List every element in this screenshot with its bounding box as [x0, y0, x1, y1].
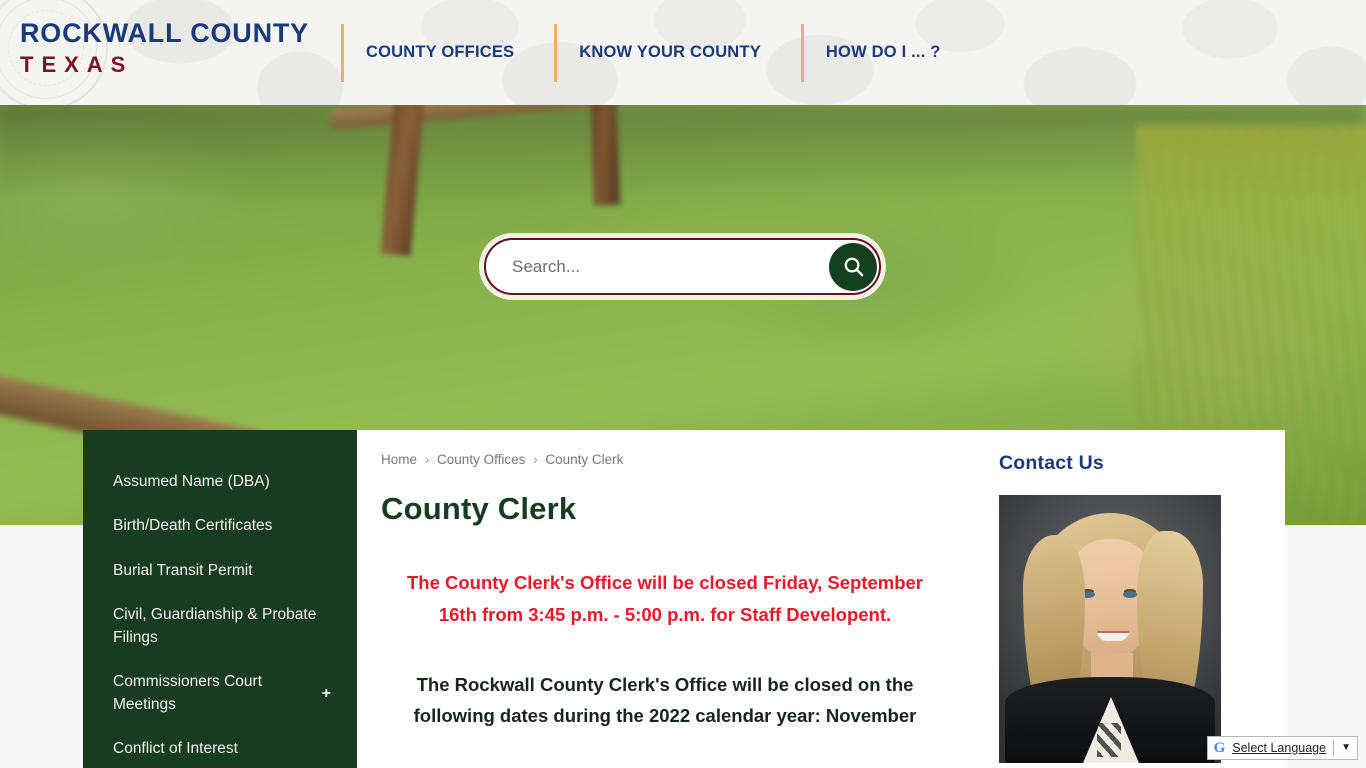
portrait-mouth — [1097, 631, 1129, 641]
sidebar-item-label: Conflict of Interest — [113, 740, 238, 758]
nav-cell-how-do-i: HOW DO I ... ? — [800, 0, 941, 105]
breadcrumb-separator: › — [533, 452, 538, 467]
sidebar-item-label: Birth/Death Certificates — [113, 517, 273, 535]
search-field-container — [484, 238, 881, 295]
nav-cell-county-offices: COUNTY OFFICES — [341, 0, 554, 105]
closure-alert-text: The County Clerk's Office will be closed… — [406, 572, 924, 625]
contact-sidebar: Contact Us — [983, 430, 1285, 768]
sidebar-item-commissioners-court-meetings[interactable]: Commissioners Court Meetings + — [83, 660, 357, 727]
breadcrumb-separator: › — [424, 452, 430, 467]
expand-plus-icon[interactable]: + — [322, 685, 331, 702]
nav-divider — [800, 23, 804, 82]
portrait-eye-right — [1123, 591, 1137, 598]
nav-item-know-your-county[interactable]: KNOW YOUR COUNTY — [579, 43, 761, 62]
translate-divider — [1333, 740, 1335, 756]
logo-line-texas: TEXAS — [20, 52, 134, 77]
sidebar-item-label: Burial Transit Permit — [113, 561, 253, 579]
contact-us-heading: Contact Us — [999, 452, 1104, 474]
nav-item-how-do-i[interactable]: HOW DO I ... ? — [826, 43, 941, 62]
nav-divider — [341, 23, 344, 82]
select-language-label[interactable]: Select Language — [1232, 741, 1326, 755]
sidebar-item-burial-transit-permit[interactable]: Burial Transit Permit — [83, 549, 357, 593]
breadcrumb: Home › County Offices › County Clerk — [381, 452, 949, 467]
site-logo[interactable]: ROCKWALL COUNTY TEXAS — [20, 20, 309, 76]
sidebar-item-assumed-name[interactable]: Assumed Name (DBA) — [83, 460, 357, 504]
sidebar-item-birth-death-certificates[interactable]: Birth/Death Certificates — [83, 504, 357, 548]
nav-item-county-offices[interactable]: COUNTY OFFICES — [366, 43, 514, 62]
sidebar-item-label: Civil, Guardianship & Probate Filings — [113, 606, 317, 646]
contact-portrait-image — [999, 495, 1221, 763]
page-title: County Clerk — [381, 491, 577, 526]
nav-divider — [554, 23, 558, 82]
site-search — [479, 233, 886, 300]
sidebar-item-conflict-of-interest[interactable]: Conflict of Interest — [83, 727, 357, 768]
page-root: Assumed Name (DBA) Birth/Death Certifica… — [0, 0, 1366, 768]
search-icon — [844, 257, 863, 277]
sidebar-item-label: Assumed Name (DBA) — [113, 473, 270, 490]
main-navigation: COUNTY OFFICES KNOW YOUR COUNTY HOW DO I… — [341, 0, 941, 105]
search-input[interactable] — [512, 256, 817, 277]
sidebar-item-civil-guardianship-probate-filings[interactable]: Civil, Guardianship & Probate Filings — [83, 593, 357, 660]
fence-post-secondary-decoration — [589, 105, 621, 206]
breadcrumb-county-offices[interactable]: County Offices — [437, 452, 525, 467]
google-translate-widget[interactable]: G Select Language ▼ — [1206, 736, 1358, 760]
breadcrumb-home[interactable]: Home — [381, 452, 417, 467]
breadcrumb-current: County Clerk — [545, 452, 624, 467]
site-header: ROCKWALL COUNTY TEXAS COUNTY OFFICES KNO… — [0, 0, 1366, 105]
logo-line-county: ROCKWALL COUNTY — [20, 18, 309, 48]
main-content-column: Home › County Offices › County Clerk Cou… — [357, 430, 983, 768]
closure-dates-paragraph: The Rockwall County Clerk's Office will … — [413, 673, 917, 727]
content-panel: Assumed Name (DBA) Birth/Death Certifica… — [83, 430, 1285, 768]
google-g-icon: G — [1213, 739, 1226, 756]
chevron-down-icon[interactable]: ▼ — [1341, 743, 1351, 753]
section-sidebar-nav: Assumed Name (DBA) Birth/Death Certifica… — [83, 430, 357, 768]
nav-cell-know-your-county: KNOW YOUR COUNTY — [554, 0, 801, 105]
sidebar-item-label: Commissioners Court Meetings — [113, 673, 263, 713]
search-submit-button[interactable] — [829, 242, 877, 291]
